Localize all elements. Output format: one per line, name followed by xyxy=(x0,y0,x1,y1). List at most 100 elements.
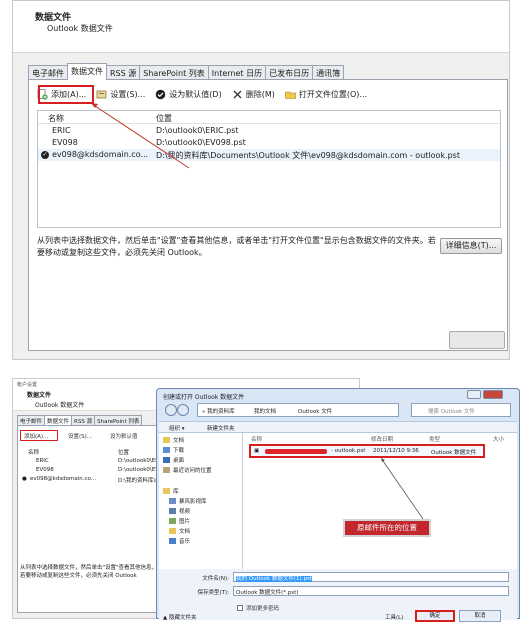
command-bar: 组织 ▾ 新建文件夹 xyxy=(159,421,517,433)
column-modified[interactable]: 修改日期 xyxy=(371,435,393,443)
settings-button[interactable]: 设置(S)... xyxy=(96,89,145,100)
forward-arrow-icon[interactable] xyxy=(177,404,189,416)
desktop-icon xyxy=(163,457,170,463)
address-segment[interactable]: 我的文档 xyxy=(254,407,276,415)
data-file-list[interactable]: 名称 位置 ERIC D:\outlook0\ERIC.pst EV098 D:… xyxy=(37,110,501,228)
tab-internet-calendar[interactable]: Internet 日历 xyxy=(207,65,267,80)
add-highlight-box xyxy=(20,430,58,441)
filetype-label: 保存类型(T): xyxy=(197,590,229,596)
column-name[interactable]: 名称 xyxy=(48,113,64,124)
nav-item[interactable]: 暴风影视库 xyxy=(169,497,207,505)
tab-data-files[interactable]: 数据文件 xyxy=(67,63,107,80)
open-location-button[interactable]: 打开文件位置(O)... xyxy=(285,89,367,100)
tab-rss[interactable]: RSS 源 xyxy=(106,65,141,80)
file-modified: 2011/12/10 9:36 xyxy=(373,448,419,454)
column-size[interactable]: 大小 xyxy=(493,435,504,443)
list-header: 名称 位置 xyxy=(38,111,500,124)
tab-sharepoint[interactable]: SharePoint 列表 xyxy=(94,415,143,425)
location-callout: 原邮件所在的位置 xyxy=(343,519,431,537)
column-name[interactable]: 名称 xyxy=(28,448,39,456)
nav-item-label: 最近访问的位置 xyxy=(173,468,212,474)
organize-menu[interactable]: 组织 ▾ xyxy=(169,424,185,432)
dialog-title: 创建或打开 Outlook 数据文件 xyxy=(163,394,245,401)
nav-item[interactable]: 文档 xyxy=(169,527,190,535)
tab-rss[interactable]: RSS 源 xyxy=(71,415,96,425)
details-button[interactable]: 详细信息(T)... xyxy=(440,238,502,254)
pst-file-icon: ▣ xyxy=(254,448,260,454)
nav-item[interactable]: 视频 xyxy=(169,507,190,515)
settings-icon xyxy=(96,90,107,98)
set-default-button[interactable]: 设为默认值(D) xyxy=(155,89,222,100)
list-item[interactable]: ERIC D:\outlook0\ERIC.pst xyxy=(38,125,500,137)
column-location[interactable]: 位置 xyxy=(156,113,172,124)
file-list[interactable]: 名称 修改日期 类型 大小 ▣ - outlook.pst 2011/12/10… xyxy=(243,433,517,569)
header-title: 数据文件 xyxy=(27,392,52,399)
cancel-button[interactable]: 取消 xyxy=(459,610,501,622)
nav-item[interactable]: 下载 xyxy=(163,446,184,454)
filetype-select[interactable]: Outlook 数据文件(*.pst) xyxy=(233,586,509,596)
filename-area: 文件名(N): 我的 Outlook 数据文件(1).pst 保存类型(T): … xyxy=(159,569,517,622)
close-button[interactable] xyxy=(449,331,505,349)
tab-data-files[interactable]: 数据文件 xyxy=(44,415,73,425)
file-name: ERIC xyxy=(52,126,71,135)
video-icon xyxy=(169,508,176,514)
settings-button[interactable]: 设置(S)... xyxy=(68,432,92,440)
tab-email[interactable]: 电子邮件 xyxy=(17,415,46,425)
file-name: ev098@kdsdomain.co... xyxy=(52,150,149,159)
set-default-button[interactable]: 设为默认值 xyxy=(110,432,138,440)
column-location[interactable]: 位置 xyxy=(118,448,129,456)
address-segment[interactable]: Outlook 文件 xyxy=(298,407,332,415)
file-type: Outlook 数据文件 xyxy=(431,450,477,456)
file-location: D:\我的资料库\Documents\Outlook 文件\ev098@kdsd… xyxy=(156,151,460,160)
account-settings-window: 数据文件 Outlook 数据文件 电子邮件 数据文件 RSS 源 ShareP… xyxy=(12,0,510,360)
minimize-button[interactable] xyxy=(467,390,481,399)
media-library-icon xyxy=(169,498,176,504)
nav-item-label: 文档 xyxy=(173,438,185,444)
ok-button[interactable]: 确定 xyxy=(415,610,455,622)
nav-item[interactable]: 库 xyxy=(163,487,179,495)
nav-item[interactable]: 文档 xyxy=(163,436,184,444)
nav-item-label: 桌面 xyxy=(173,458,185,464)
nav-item[interactable]: 最近访问的位置 xyxy=(163,466,212,474)
data-files-panel: 添加(A)... 设置(S)... 设为默认值(D) 删除(M) 打开文件位置(… xyxy=(28,79,508,351)
filename-value: 我的 Outlook 数据文件(1).pst xyxy=(236,576,312,582)
list-item[interactable]: EV098 D:\outlook0\EV098.pst xyxy=(38,137,500,149)
file-location: D:\outlook0\EV098.pst xyxy=(156,138,246,147)
default-check-icon: ✓ xyxy=(41,151,49,159)
tab-email[interactable]: 电子邮件 xyxy=(28,65,68,80)
nav-item-label: 图片 xyxy=(179,519,191,525)
nav-item-label: 音乐 xyxy=(179,539,191,545)
selected-file-row[interactable]: ▣ - outlook.pst 2011/12/10 9:36 Outlook … xyxy=(249,444,485,458)
remove-x-icon xyxy=(233,90,242,98)
column-name[interactable]: 名称 xyxy=(251,435,262,443)
search-input[interactable]: 搜索 Outlook 文件 xyxy=(411,403,511,417)
nav-item[interactable]: 音乐 xyxy=(169,537,190,545)
settings-button-label: 设置(S)... xyxy=(110,89,146,99)
address-segment[interactable]: « 我的资料库 xyxy=(202,407,235,415)
window-header: 数据文件 Outlook 数据文件 xyxy=(13,1,509,53)
checkbox-box xyxy=(237,605,243,611)
tools-menu[interactable]: 工具(L) xyxy=(385,613,403,621)
download-icon xyxy=(163,447,170,453)
hide-folders-toggle[interactable]: ▲ 隐藏文件夹 xyxy=(163,613,196,621)
default-check-icon: ● xyxy=(22,476,27,482)
address-bar[interactable]: « 我的资料库 我的文档 Outlook 文件 xyxy=(197,403,399,417)
new-folder-button[interactable]: 新建文件夹 xyxy=(207,424,235,432)
tab-sharepoint[interactable]: SharePoint 列表 xyxy=(139,65,209,80)
description-text: 从列表中选择数据文件，然后单击"设置"查看其他信息，夹。若要移动或复制这些文件，… xyxy=(20,565,169,579)
tab-address-book[interactable]: 通讯簿 xyxy=(312,65,345,80)
nav-item[interactable]: 桌面 xyxy=(163,456,184,464)
music-icon xyxy=(169,538,176,544)
back-arrow-icon[interactable] xyxy=(165,404,177,416)
close-button[interactable] xyxy=(483,390,503,399)
column-type[interactable]: 类型 xyxy=(429,435,440,443)
nav-item[interactable]: 图片 xyxy=(169,517,190,525)
list-item[interactable]: ✓ ev098@kdsdomain.co... D:\我的资料库\Documen… xyxy=(38,149,500,161)
more-passwords-checkbox[interactable]: 添加更多密码 xyxy=(237,604,279,612)
nav-item-label: 文档 xyxy=(179,529,191,535)
filename-input[interactable]: 我的 Outlook 数据文件(1).pst xyxy=(233,572,509,582)
file-name: ev098@kdsdomain.co... xyxy=(30,476,97,482)
tab-published-calendar[interactable]: 已发布日历 xyxy=(265,65,314,80)
remove-button[interactable]: 删除(M) xyxy=(232,89,275,100)
folder-icon xyxy=(163,437,170,443)
